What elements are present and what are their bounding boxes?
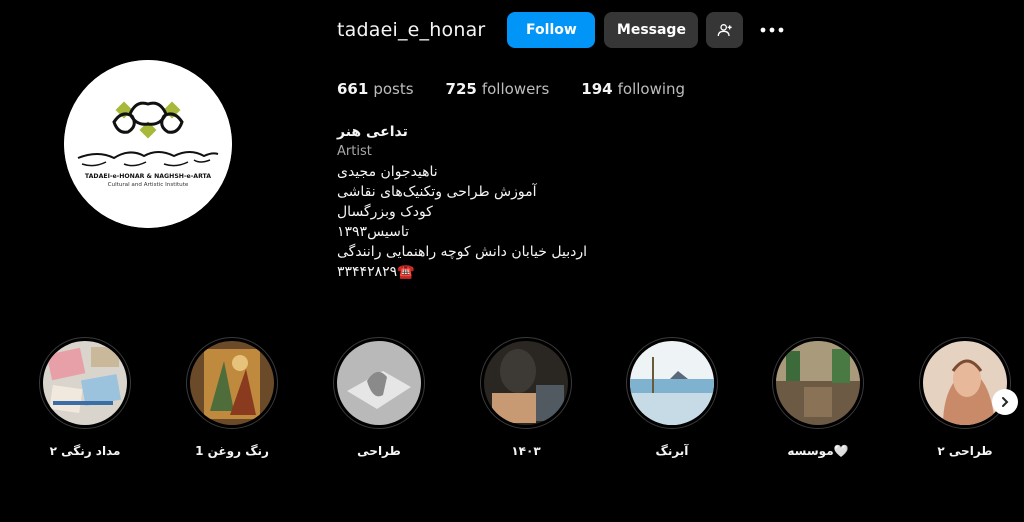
highlight-label: طراحی bbox=[357, 444, 401, 458]
bio-line: کودک وبزرگسال bbox=[337, 204, 433, 220]
logo-text-english: TADAEI-e-HONAR & NAGHSH-e-ARTA bbox=[85, 173, 211, 180]
followers-count: 725 bbox=[445, 80, 477, 98]
add-person-icon bbox=[717, 24, 732, 37]
following-label: following bbox=[617, 80, 686, 98]
oil-painting-thumb bbox=[190, 341, 274, 425]
bio-line: ناهیدجوان مجیدی bbox=[337, 164, 438, 180]
highlight-item[interactable]: آبرنگ bbox=[622, 337, 722, 458]
bio-line: اردبیل خیابان دانش کوچه راهنمایی رانندگی bbox=[337, 244, 588, 260]
portrait-drawing-thumb bbox=[923, 341, 1007, 425]
display-name: تداعی هنر bbox=[337, 124, 408, 140]
highlight-label: مداد رنگی ۲ bbox=[49, 444, 121, 458]
institute-photo-thumb bbox=[776, 341, 860, 425]
profile-stats: 661 posts 725 followers 194 following bbox=[337, 80, 717, 98]
bio-phone: ۳۳۴۴۲۸۲۹☎️ bbox=[337, 264, 415, 280]
highlight-item[interactable]: موسسه🤍 bbox=[768, 337, 868, 458]
profile-bio: تداعی هنر Artist ناهیدجوان مجیدی آموزش ط… bbox=[337, 122, 657, 282]
username: tadaei_e_honar bbox=[337, 19, 486, 41]
highlight-item[interactable]: ۱۴۰۳ bbox=[476, 337, 576, 458]
highlight-label: رنگ روغن 1 bbox=[195, 444, 269, 458]
logo-subtitle: Cultural and Artistic Institute bbox=[108, 182, 189, 188]
highlight-item[interactable]: طراحی bbox=[329, 337, 429, 458]
highlight-item[interactable]: رنگ روغن 1 bbox=[182, 337, 282, 458]
chevron-right-icon bbox=[1002, 397, 1009, 407]
studio-photo-thumb bbox=[484, 341, 568, 425]
suggest-accounts-button[interactable] bbox=[706, 12, 744, 48]
profile-avatar[interactable]: TADAEI-e-HONAR & NAGHSH-e-ARTA Cultural … bbox=[64, 60, 232, 228]
sketch-thumb bbox=[337, 341, 421, 425]
highlights-next-button[interactable] bbox=[992, 389, 1018, 415]
highlight-label: ۱۴۰۳ bbox=[511, 444, 541, 458]
bio-line: آموزش طراحی وتکنیک‌های نقاشی bbox=[337, 184, 537, 200]
highlight-item[interactable]: مداد رنگی ۲ bbox=[35, 337, 135, 458]
posts-count: 661 bbox=[337, 80, 369, 98]
highlight-label: موسسه🤍 bbox=[787, 444, 849, 458]
story-highlights: مداد رنگی ۲ رنگ روغن 1 طراحی ۱۴۰۳ آبرنگ … bbox=[0, 337, 1024, 467]
follow-button[interactable]: Follow bbox=[507, 12, 596, 48]
followers-stat[interactable]: 725 followers bbox=[446, 80, 550, 98]
profile-header: tadaei_e_honar Follow Message bbox=[337, 12, 787, 48]
category-label: Artist bbox=[337, 144, 372, 159]
following-count: 194 bbox=[581, 80, 613, 98]
followers-label: followers bbox=[481, 80, 550, 98]
more-options-button[interactable] bbox=[757, 12, 787, 48]
highlight-label: آبرنگ bbox=[655, 444, 689, 458]
posts-label: posts bbox=[373, 80, 414, 98]
posts-stat: 661 posts bbox=[337, 80, 414, 98]
institute-logo: TADAEI-e-HONAR & NAGHSH-e-ARTA Cultural … bbox=[64, 60, 232, 228]
following-stat[interactable]: 194 following bbox=[581, 80, 685, 98]
highlight-label: طراحی ۲ bbox=[937, 444, 993, 458]
message-button[interactable]: Message bbox=[604, 12, 699, 48]
bio-line: تاسیس۱۳۹۳ bbox=[337, 224, 410, 240]
watercolor-thumb bbox=[630, 341, 714, 425]
colored-pencils-thumb bbox=[43, 341, 127, 425]
more-options-icon bbox=[761, 27, 784, 33]
